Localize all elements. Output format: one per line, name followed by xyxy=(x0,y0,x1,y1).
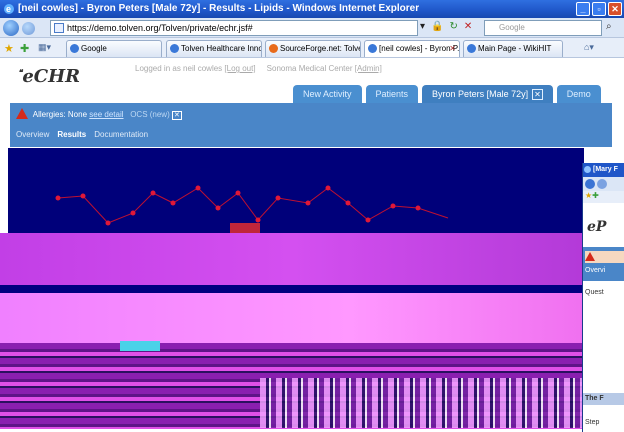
add-favorite-icon[interactable]: ✚ xyxy=(592,191,599,200)
tab-page-icon xyxy=(170,44,179,53)
chart-graphic xyxy=(55,185,449,233)
popup-line[interactable]: Overvi xyxy=(585,267,605,274)
warning-icon xyxy=(585,252,595,261)
close-patient-tab-icon[interactable]: ✕ xyxy=(532,89,543,100)
url-text: https://demo.tolven.org/Tolven/private/e… xyxy=(67,23,253,33)
popup-favorites-bar: ★✚ xyxy=(583,191,624,203)
browser-tab-tolven[interactable]: Tolven Healthcare Innov... xyxy=(166,40,262,57)
tab-bar: ★ ✚ ▦▾ Google Tolven Healthcare Innov...… xyxy=(0,38,624,58)
app-content: ❝eCHR Logged in as neil cowles [Log out]… xyxy=(0,58,624,432)
forward-button[interactable] xyxy=(22,22,35,35)
series-points xyxy=(55,185,421,226)
forward-button[interactable] xyxy=(597,179,607,189)
popup-nav-bar xyxy=(583,177,624,191)
browser-tab-google[interactable]: Google xyxy=(66,40,162,57)
popup-title-bar: [Mary F xyxy=(583,163,624,177)
browser-tab-echr[interactable]: [neil cowles] - Byron P... ✕ xyxy=(364,40,460,57)
tab-patient-byron-peters[interactable]: Byron Peters [Male 72y] ✕ xyxy=(422,85,553,103)
window-title: [neil cowles] - Byron Peters [Male 72y] … xyxy=(18,3,420,14)
results-chart-area xyxy=(8,148,584,233)
render-artifact-stripes-alt xyxy=(260,378,584,428)
close-tab-icon[interactable]: ✕ xyxy=(449,41,456,57)
see-detail-link[interactable]: see detail xyxy=(89,110,123,119)
address-field[interactable]: https://demo.tolven.org/Tolven/private/e… xyxy=(50,20,418,36)
echr-logo: ❝eCHR xyxy=(18,66,81,87)
favorites-star-icon[interactable]: ★ xyxy=(4,42,14,55)
tab-page-icon xyxy=(467,44,476,53)
login-info: Logged in as neil cowles [Log out] Sonom… xyxy=(135,64,382,73)
subnav-results[interactable]: Results xyxy=(57,130,86,139)
tab-label: Google xyxy=(81,44,107,53)
refresh-icon[interactable]: ↻ xyxy=(449,21,457,32)
tab-demo[interactable]: Demo xyxy=(556,85,601,103)
tab-label: SourceForge.net: Tolven ... xyxy=(280,44,360,53)
second-ie-window[interactable]: [Mary F ★✚ eP Overvi Quest The F Step xyxy=(582,163,624,432)
popup-warning-bar xyxy=(585,251,624,263)
render-artifact-line xyxy=(0,285,584,293)
render-artifact-cyan xyxy=(120,341,160,351)
popup-line: The F xyxy=(585,395,604,402)
tab-label: Main Page - WikiHIT xyxy=(478,44,552,53)
google-icon xyxy=(70,44,79,53)
allergy-bar: Allergies: None see detail OCS (new) ✕ xyxy=(16,108,182,120)
close-allergy-icon[interactable]: ✕ xyxy=(171,111,182,120)
window-title-bar: e [neil cowles] - Byron Peters [Male 72y… xyxy=(0,0,624,18)
close-window-button[interactable]: ✕ xyxy=(608,2,622,16)
add-favorite-icon[interactable]: ✚ xyxy=(20,42,29,55)
sourceforge-icon xyxy=(269,44,278,53)
address-toolbar: https://demo.tolven.org/Tolven/private/e… xyxy=(0,18,624,38)
popup-line: Step xyxy=(585,419,600,426)
page-icon xyxy=(54,23,64,33)
logout-link[interactable]: [Log out] xyxy=(224,64,255,73)
quick-tabs-icon[interactable]: ▦▾ xyxy=(38,42,51,53)
tab-patients[interactable]: Patients xyxy=(365,85,419,103)
artifact-block xyxy=(230,223,260,233)
patient-subnav: Overview Results Documentation xyxy=(16,130,148,139)
render-artifact-pink xyxy=(0,293,584,343)
browser-tab-wikihit[interactable]: Main Page - WikiHIT xyxy=(463,40,563,57)
org-text: Sonoma Medical Center xyxy=(266,64,353,73)
search-placeholder: Google xyxy=(499,23,525,32)
dropdown-icon[interactable]: ▾ xyxy=(420,21,425,32)
tab-page-icon xyxy=(368,44,377,53)
tab-new-activity[interactable]: New Activity xyxy=(293,85,362,103)
subnav-documentation[interactable]: Documentation xyxy=(94,130,148,139)
series-line xyxy=(57,187,449,224)
lock-icon[interactable]: 🔒 xyxy=(431,21,443,32)
back-button[interactable] xyxy=(3,20,19,36)
admin-link[interactable]: [Admin] xyxy=(355,64,382,73)
allergies-label: Allergies: None xyxy=(32,110,88,119)
tab-label: Tolven Healthcare Innov... xyxy=(181,44,262,53)
browser-tab-sourceforge[interactable]: SourceForge.net: Tolven ... xyxy=(265,40,361,57)
ie-logo-icon: e xyxy=(4,4,14,14)
svg-text:e: e xyxy=(6,4,11,14)
logged-in-text: Logged in as neil cowles xyxy=(135,64,223,73)
maximize-button[interactable]: ▫ xyxy=(592,2,606,16)
ocs-label[interactable]: OCS (new) xyxy=(130,110,170,119)
popup-logo: eP xyxy=(587,219,607,235)
home-icon[interactable]: ⌂▾ xyxy=(584,42,594,53)
stop-icon[interactable]: ✕ xyxy=(464,21,472,32)
popup-line[interactable]: Quest xyxy=(585,289,604,296)
search-field[interactable]: Google xyxy=(484,20,602,36)
subnav-overview[interactable]: Overview xyxy=(16,130,49,139)
app-tabs: New Activity Patients Byron Peters [Male… xyxy=(293,85,601,103)
popup-title: [Mary F xyxy=(593,166,618,173)
warning-icon xyxy=(16,108,28,119)
ie-logo-icon xyxy=(584,166,591,173)
render-artifact-band xyxy=(0,233,584,285)
search-icon[interactable]: ⌕ xyxy=(606,21,612,32)
tab-label: [neil cowles] - Byron P... xyxy=(379,44,460,53)
back-button[interactable] xyxy=(585,179,595,189)
minimize-button[interactable]: _ xyxy=(576,2,590,16)
